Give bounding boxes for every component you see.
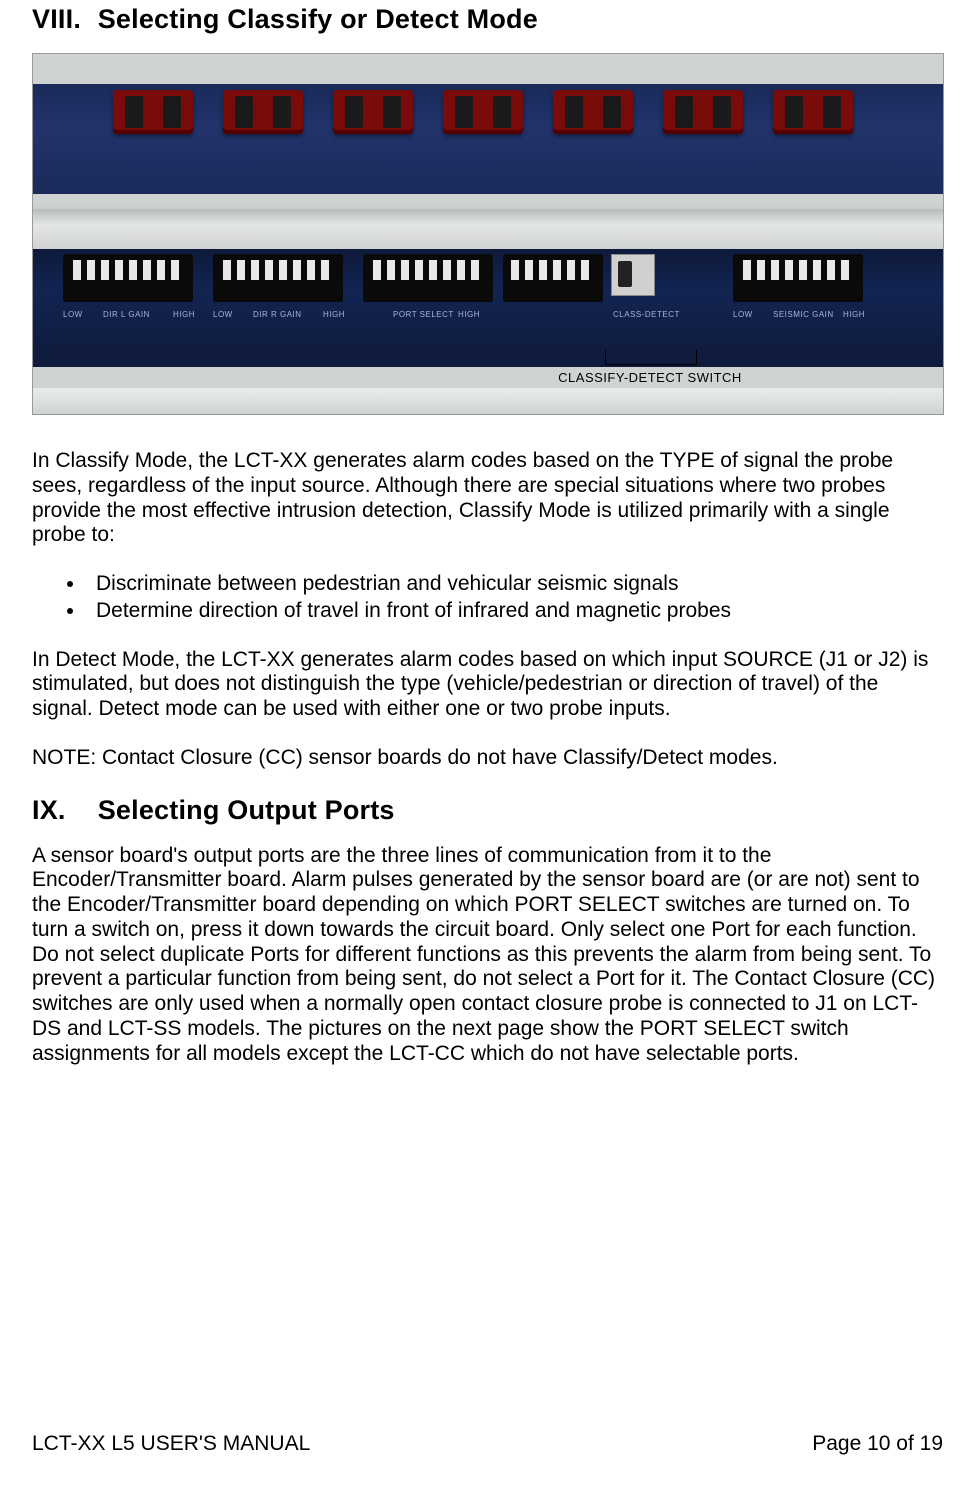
section-8-para-1: In Classify Mode, the LCT-XX generates a… bbox=[32, 449, 943, 548]
rotary-switch-icon bbox=[773, 90, 853, 134]
silk-label: LOW bbox=[63, 310, 83, 319]
silk-label: LOW bbox=[213, 310, 233, 319]
silk-label: HIGH bbox=[458, 310, 480, 319]
rotary-switch-icon bbox=[553, 90, 633, 134]
silk-label: SEISMIC GAIN bbox=[773, 310, 834, 319]
silk-label: PORT SELECT bbox=[393, 310, 454, 319]
rotary-switch-icon bbox=[223, 90, 303, 134]
section-8-heading: VIII. Selecting Classify or Detect Mode bbox=[32, 4, 943, 35]
bullet-item: Determine direction of travel in front o… bbox=[86, 599, 943, 624]
metal-base bbox=[33, 388, 943, 414]
dip-switch-icon bbox=[213, 254, 343, 302]
rotary-switch-icon bbox=[443, 90, 523, 134]
rotary-switch-icon bbox=[113, 90, 193, 134]
dip-switch-icon bbox=[63, 254, 193, 302]
rotary-switch-icon bbox=[333, 90, 413, 134]
silk-label: HIGH bbox=[173, 310, 195, 319]
rotary-switch-icon bbox=[663, 90, 743, 134]
section-8-para-2: In Detect Mode, the LCT-XX generates ala… bbox=[32, 648, 943, 722]
footer-left: LCT-XX L5 USER'S MANUAL bbox=[32, 1432, 310, 1456]
dip-switch-icon bbox=[503, 254, 603, 302]
silk-label: CLASS-DETECT bbox=[613, 310, 680, 319]
section-8-title: Selecting Classify or Detect Mode bbox=[98, 4, 538, 34]
page: VIII. Selecting Classify or Detect Mode bbox=[0, 4, 975, 1486]
callout-bracket-icon bbox=[605, 350, 697, 365]
silk-label: LOW bbox=[733, 310, 753, 319]
silk-label: HIGH bbox=[843, 310, 865, 319]
section-9-para-1: A sensor board's output ports are the th… bbox=[32, 844, 943, 1067]
metal-rail bbox=[33, 209, 943, 249]
switch-knob-icon bbox=[618, 261, 632, 287]
section-9-number: IX. bbox=[32, 795, 90, 826]
figure-callout-label: CLASSIFY-DETECT SWITCH bbox=[535, 370, 765, 385]
silk-label: DIR L GAIN bbox=[103, 310, 150, 319]
footer-right: Page 10 of 19 bbox=[812, 1432, 943, 1456]
section-8-bullet-list: Discriminate between pedestrian and vehi… bbox=[32, 572, 943, 624]
section-8-note: NOTE: Contact Closure (CC) sensor boards… bbox=[32, 746, 943, 771]
section-9-title: Selecting Output Ports bbox=[98, 795, 395, 825]
page-footer: LCT-XX L5 USER'S MANUAL Page 10 of 19 bbox=[32, 1432, 943, 1456]
section-8-number: VIII. bbox=[32, 4, 90, 35]
bullet-item: Discriminate between pedestrian and vehi… bbox=[86, 572, 943, 597]
classify-detect-switch-icon bbox=[611, 254, 655, 296]
section-9-heading: IX. Selecting Output Ports bbox=[32, 795, 943, 826]
dip-switch-icon bbox=[733, 254, 863, 302]
silk-label: HIGH bbox=[323, 310, 345, 319]
dip-switch-icon bbox=[363, 254, 493, 302]
silk-label: DIR R GAIN bbox=[253, 310, 302, 319]
circuit-board-photo: DIR L GAIN LOW HIGH DIR R GAIN LOW HIGH … bbox=[32, 53, 944, 415]
